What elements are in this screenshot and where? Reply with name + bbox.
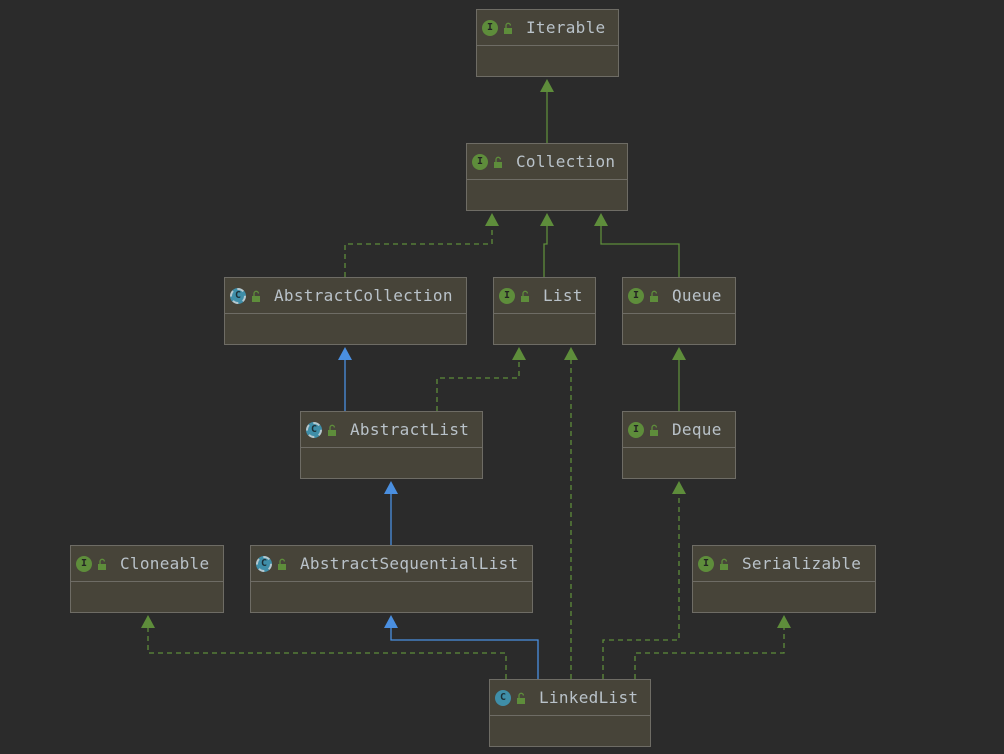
public-lock-icon <box>515 692 527 704</box>
node-label: Cloneable <box>120 554 210 573</box>
public-lock-icon <box>276 558 288 570</box>
edge-abstract-list-abstract-collection <box>338 347 352 411</box>
node-label: Queue <box>672 286 722 305</box>
node-members-area <box>693 582 875 612</box>
node-collection[interactable]: I Collection <box>466 143 628 211</box>
node-label: List <box>543 286 583 305</box>
node-label: Deque <box>672 420 722 439</box>
public-lock-icon <box>648 290 660 302</box>
edge-linked-list-serializable <box>634 615 791 679</box>
public-lock-icon <box>519 290 531 302</box>
node-label: AbstractCollection <box>274 286 453 305</box>
node-label: LinkedList <box>539 688 639 707</box>
interface-badge-icon: I <box>76 555 92 572</box>
node-serializable[interactable]: I Serializable <box>692 545 876 613</box>
interface-badge-icon: I <box>628 421 644 438</box>
edge-queue-collection <box>594 213 680 277</box>
public-lock-icon <box>718 558 730 570</box>
uml-diagram-canvas: I Iterable I Collection C AbstractCollec… <box>0 0 1004 754</box>
public-lock-icon <box>96 558 108 570</box>
abstract-class-badge-icon: C <box>230 287 246 304</box>
node-members-area <box>490 716 650 746</box>
node-label: AbstractList <box>350 420 470 439</box>
node-abstract-sequential-list[interactable]: C AbstractSequentialList <box>250 545 533 613</box>
interface-badge-icon: I <box>472 153 488 170</box>
node-members-area <box>225 314 466 344</box>
node-iterable[interactable]: I Iterable <box>476 9 619 77</box>
abstract-class-badge-icon: C <box>256 555 272 572</box>
node-members-area <box>494 314 595 344</box>
public-lock-icon <box>492 156 504 168</box>
edge-abstract-sequential-list-abstract-list <box>384 481 398 545</box>
node-cloneable[interactable]: I Cloneable <box>70 545 224 613</box>
edge-linked-list-deque <box>602 481 686 679</box>
node-members-area <box>477 46 618 76</box>
node-members-area <box>251 582 532 612</box>
node-label: Iterable <box>526 18 606 37</box>
node-label: AbstractSequentialList <box>300 554 519 573</box>
node-label: Serializable <box>742 554 862 573</box>
public-lock-icon <box>502 22 514 34</box>
node-linked-list[interactable]: C LinkedList <box>489 679 651 747</box>
interface-badge-icon: I <box>499 287 515 304</box>
public-lock-icon <box>326 424 338 436</box>
class-badge-icon: C <box>495 689 511 706</box>
node-members-area <box>301 448 482 478</box>
node-members-area <box>623 448 735 478</box>
interface-badge-icon: I <box>628 287 644 304</box>
node-abstract-list[interactable]: C AbstractList <box>300 411 483 479</box>
edge-abstract-collection-collection <box>344 213 499 277</box>
edges-layer <box>141 79 791 679</box>
edge-collection-iterable <box>540 79 554 143</box>
edge-linked-list-abstract-sequential-list <box>384 615 539 679</box>
node-members-area <box>467 180 627 210</box>
edge-linked-list-list <box>564 347 578 679</box>
interface-badge-icon: I <box>482 19 498 36</box>
node-list[interactable]: I List <box>493 277 596 345</box>
node-members-area <box>623 314 735 344</box>
public-lock-icon <box>648 424 660 436</box>
node-queue[interactable]: I Queue <box>622 277 736 345</box>
public-lock-icon <box>250 290 262 302</box>
interface-badge-icon: I <box>698 555 714 572</box>
edge-deque-queue <box>672 347 686 411</box>
node-label: Collection <box>516 152 616 171</box>
node-deque[interactable]: I Deque <box>622 411 736 479</box>
abstract-class-badge-icon: C <box>306 421 322 438</box>
node-members-area <box>71 582 223 612</box>
edge-linked-list-cloneable <box>141 615 507 679</box>
edge-list-collection <box>540 213 554 277</box>
node-abstract-collection[interactable]: C AbstractCollection <box>224 277 467 345</box>
edge-abstract-list-list <box>436 347 526 411</box>
